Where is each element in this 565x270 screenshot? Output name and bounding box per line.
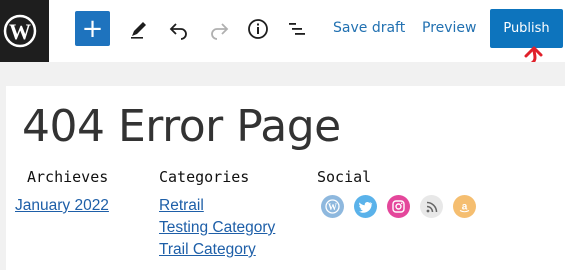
svg-text:W: W [328,202,337,212]
rss-icon [426,201,437,212]
svg-text:W: W [9,19,31,44]
categories-heading: Categories [159,168,250,186]
add-block-button[interactable]: + [75,11,110,46]
info-icon [248,19,268,39]
amazon-icon: a [459,202,470,213]
redo-icon [211,23,229,40]
list-view-button[interactable] [285,17,309,41]
plus-icon: + [81,13,104,44]
amazon-social-link[interactable]: a [453,195,476,218]
pencil-icon [131,22,146,39]
page-title[interactable]: 404 Error Page [22,101,341,152]
rss-social-link[interactable] [420,195,443,218]
save-draft-button[interactable]: Save draft [333,20,405,36]
details-button[interactable] [246,17,270,41]
instagram-icon [392,200,405,213]
redo-button[interactable] [207,17,231,41]
twitter-social-link[interactable] [354,195,377,218]
category-link[interactable]: Trail Category [159,241,256,259]
social-heading: Social [317,168,372,186]
category-link[interactable]: Testing Category [159,219,275,237]
archives-heading: Archieves [27,168,109,186]
wordpress-logo-icon: W [3,14,37,48]
twitter-icon [358,201,372,213]
preview-button[interactable]: Preview [422,20,477,36]
archive-link[interactable]: January 2022 [15,197,109,215]
wordpress-icon: W [325,199,340,214]
instagram-social-link[interactable] [387,195,410,218]
wordpress-social-link[interactable]: W [321,195,344,218]
wordpress-logo-button[interactable]: W [0,0,49,62]
category-link[interactable]: Retrail [159,197,204,215]
edit-tools-button[interactable] [127,17,151,41]
undo-icon [169,23,187,40]
undo-button[interactable] [167,17,191,41]
list-view-icon [289,23,305,35]
